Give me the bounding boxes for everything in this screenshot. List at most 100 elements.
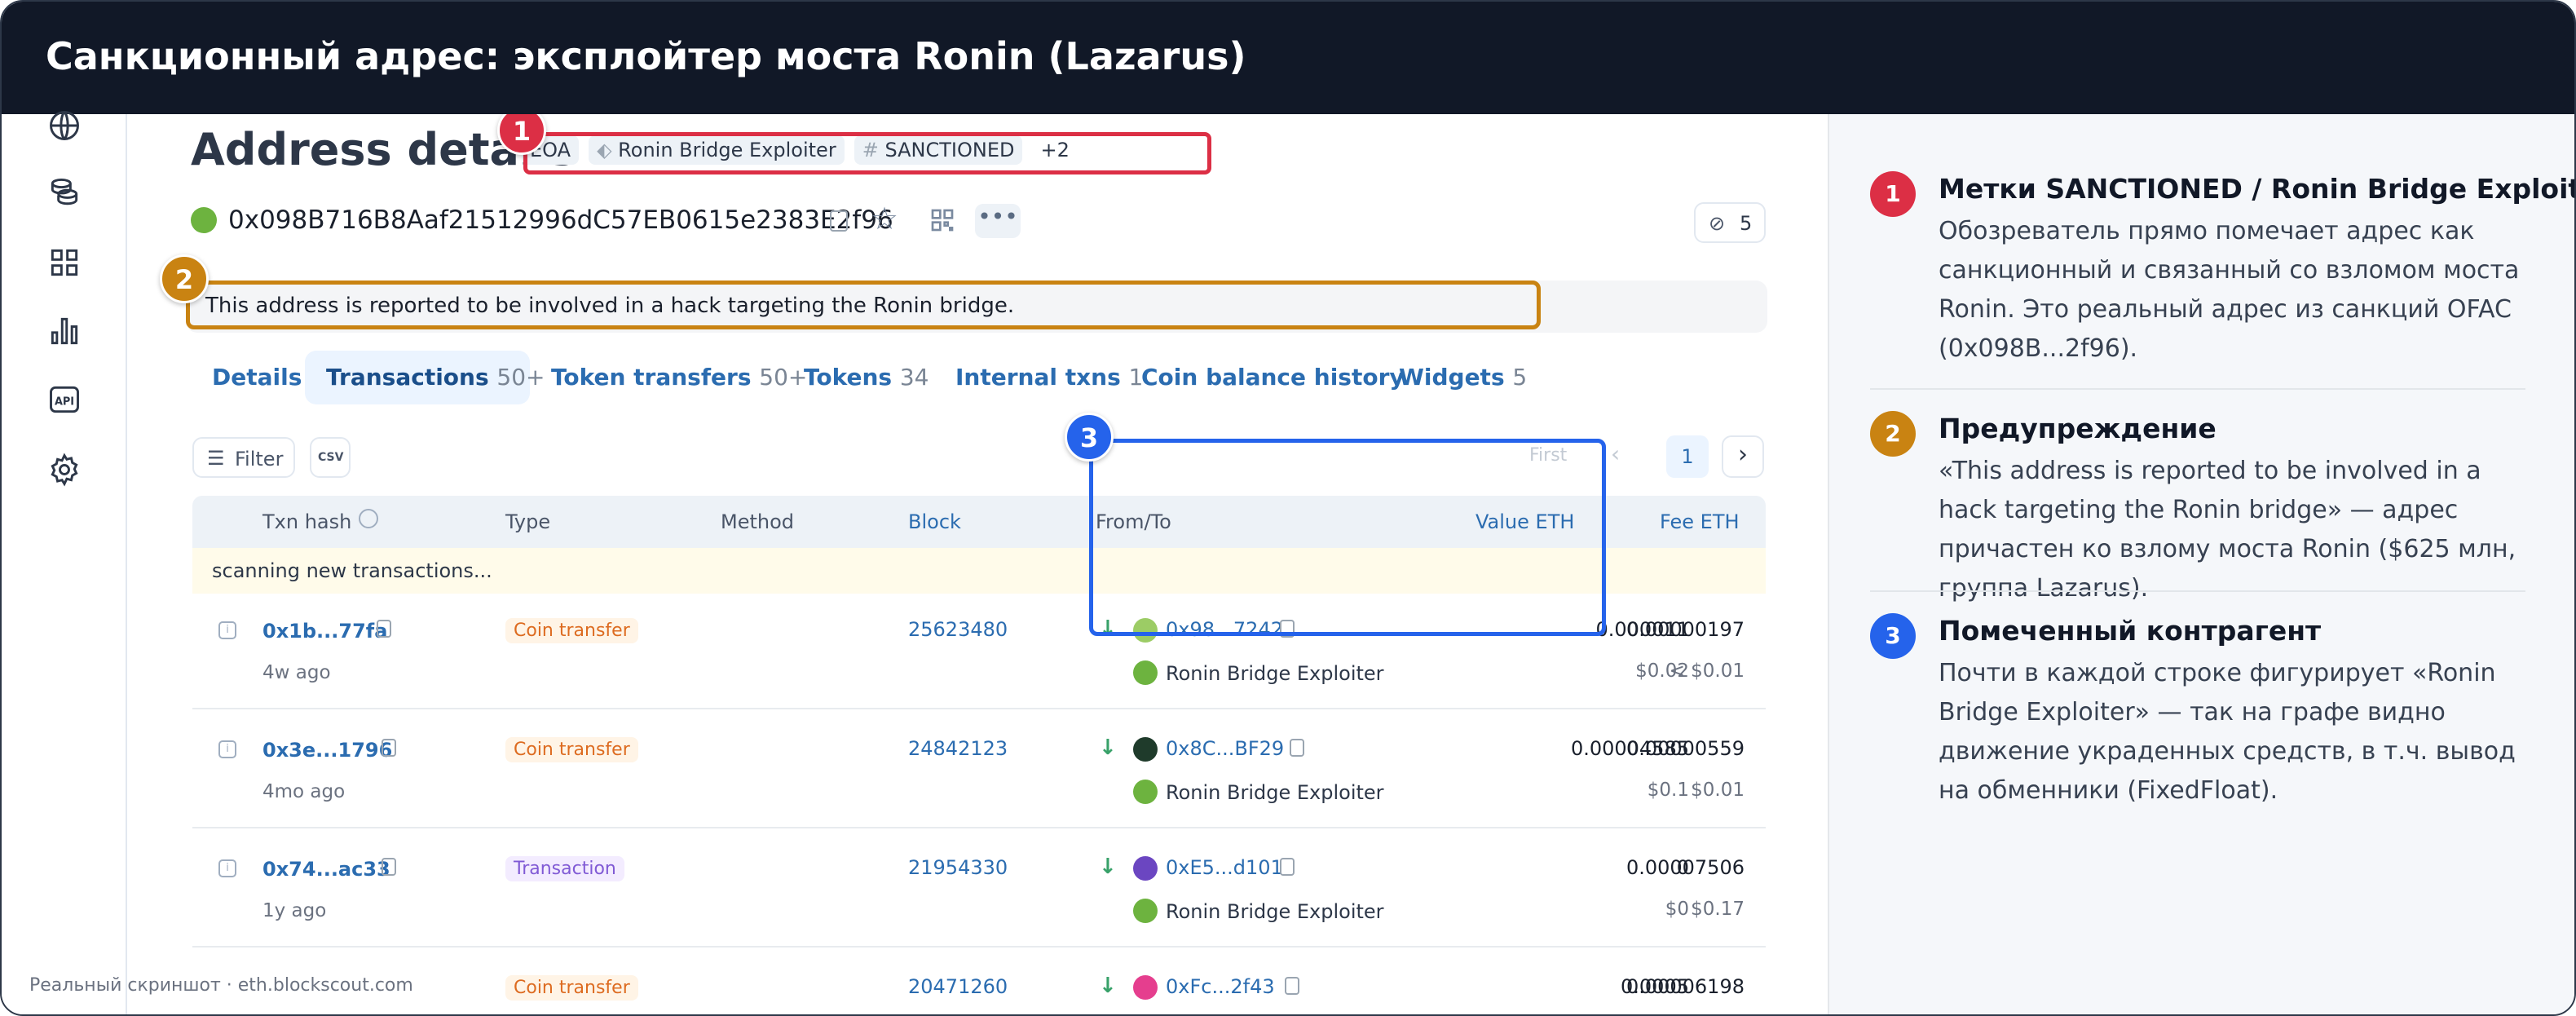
copy-icon[interactable]: [1280, 858, 1295, 876]
fee-usd: $0.17: [1691, 899, 1745, 920]
panel-badge-1: 1: [1870, 171, 1916, 217]
clock-icon[interactable]: [359, 509, 378, 528]
explorer-main: Address details EOA ⬖ Ronin Bridge Explo…: [127, 114, 1828, 1014]
tab-widgets[interactable]: Widgets 5: [1399, 364, 1527, 391]
block-link[interactable]: 20471260: [908, 975, 1008, 998]
copy-icon[interactable]: [830, 210, 848, 232]
nav-rail: API: [2, 111, 127, 1014]
row-divider: [192, 827, 1766, 828]
panel-title-2: Предупреждение: [1939, 413, 2217, 444]
annotation-badge-2: 2: [160, 254, 209, 303]
annotation-box-1: [523, 132, 1211, 174]
txn-hash-link[interactable]: 0x1b...77fa: [262, 620, 387, 643]
svg-text:API: API: [55, 395, 74, 408]
tab-details[interactable]: Details: [212, 364, 302, 391]
copy-icon[interactable]: [382, 858, 396, 876]
tab-internal-txns[interactable]: Internal txns 1: [955, 364, 1143, 391]
tab-coin-balance-history[interactable]: Coin balance history: [1141, 364, 1405, 391]
next-page-icon[interactable]: ›: [1722, 435, 1764, 478]
panel-divider: [1870, 590, 2525, 592]
fee-eth: 0.00007506: [1625, 856, 1745, 879]
col-type: Type: [505, 510, 551, 533]
panel-body-1: Обозреватель прямо помечает адрес как са…: [1939, 217, 2520, 363]
from-address-link[interactable]: 0x8C...BF29: [1166, 737, 1284, 760]
copy-icon[interactable]: [382, 739, 396, 757]
fee-usd: $0.01: [1691, 780, 1745, 801]
grid-icon[interactable]: [46, 245, 82, 281]
chart-icon[interactable]: [46, 313, 82, 349]
panel-badge-3: 3: [1870, 613, 1916, 659]
incoming-arrow-icon: ↓: [1099, 855, 1117, 879]
txn-type-badge: Transaction: [505, 856, 624, 881]
txn-type-badge: Coin transfer: [505, 618, 638, 643]
current-page[interactable]: 1: [1666, 435, 1709, 478]
fee-usd: < $0.01: [1669, 660, 1745, 682]
copy-icon[interactable]: [1285, 977, 1299, 995]
txn-hash-link[interactable]: 0x3e...1796: [262, 739, 392, 762]
panel-divider: [1870, 388, 2525, 390]
annotation-box-3: [1089, 439, 1606, 636]
avatar: [1133, 737, 1158, 762]
panel-body-3: Почти в каждой строке фигурирует «Ronin …: [1939, 659, 2516, 805]
filter-label: Filter: [235, 448, 284, 470]
from-address-link[interactable]: 0xFc...2f43: [1166, 975, 1275, 998]
filter-icon: ☰: [207, 447, 225, 470]
info-icon[interactable]: i: [218, 859, 236, 877]
copy-icon[interactable]: [377, 620, 391, 638]
avatar: [1133, 856, 1158, 881]
to-address-label[interactable]: Ronin Bridge Exploiter: [1166, 781, 1384, 804]
fee-eth: 0.00006198: [1625, 975, 1745, 998]
coins-icon[interactable]: [46, 174, 82, 210]
col-block[interactable]: Block: [908, 510, 961, 533]
avatar: [1133, 660, 1158, 685]
prev-page-icon[interactable]: ‹: [1611, 440, 1620, 467]
scanning-text: scanning new transactions...: [212, 559, 492, 582]
qr-code-icon[interactable]: [929, 207, 955, 236]
txn-age: 4w ago: [262, 662, 331, 683]
more-icon[interactable]: •••: [975, 204, 1021, 238]
page-title: Санкционный адрес: эксплойтер моста Roni…: [46, 34, 1246, 78]
col-method: Method: [721, 510, 795, 533]
copy-icon[interactable]: [1290, 739, 1304, 757]
col-txn-hash: Txn hash: [262, 510, 352, 533]
info-icon[interactable]: i: [218, 621, 236, 639]
annotation-box-2: [186, 281, 1541, 329]
from-address-link[interactable]: 0xE5...d101: [1166, 856, 1283, 879]
address-avatar: [191, 207, 217, 233]
panel-badge-2: 2: [1870, 411, 1916, 457]
block-link[interactable]: 25623480: [908, 618, 1008, 641]
txn-hash-link[interactable]: 0x74...ac33: [262, 858, 390, 881]
annotation-panel: 1 Метки SANCTIONED / Ronin Bridge Exploi…: [1828, 114, 2576, 1014]
row-divider: [192, 946, 1766, 948]
incoming-arrow-icon: ↓: [1099, 974, 1117, 998]
row-divider: [192, 708, 1766, 709]
info-icon[interactable]: i: [218, 740, 236, 758]
block-link[interactable]: 24842123: [908, 737, 1008, 760]
panel-title-3: Помеченный контрагент: [1939, 615, 2322, 647]
block-link[interactable]: 21954330: [908, 856, 1008, 879]
counter-chip[interactable]: ⊘ 5: [1694, 202, 1766, 243]
avatar: [1133, 780, 1158, 804]
col-fee-eth[interactable]: Fee ETH: [1660, 510, 1740, 533]
avatar: [1133, 975, 1158, 1000]
star-icon[interactable]: ☆: [871, 201, 898, 236]
tab-tokens[interactable]: Tokens 34: [804, 364, 929, 391]
to-address-label[interactable]: Ronin Bridge Exploiter: [1166, 900, 1384, 923]
incoming-arrow-icon: ↓: [1099, 735, 1117, 760]
csv-icon: CSV: [318, 451, 344, 464]
txn-age: 4mo ago: [262, 781, 346, 802]
to-address-label[interactable]: Ronin Bridge Exploiter: [1166, 662, 1384, 685]
tab-token-transfers[interactable]: Token transfers 50+: [551, 364, 807, 391]
screenshot-frame: Санкционный адрес: эксплойтер моста Roni…: [0, 0, 2576, 1016]
gear-icon[interactable]: [46, 452, 82, 488]
csv-download-button[interactable]: CSV: [310, 437, 351, 478]
fee-eth: 0.00000559: [1625, 737, 1745, 760]
compass-icon: ⊘: [1709, 212, 1726, 235]
panel-title-1: Метки SANCTIONED / Ronin Bridge Exploite…: [1939, 173, 2576, 205]
api-icon[interactable]: API: [46, 382, 82, 417]
address-hash[interactable]: 0x098B716B8Aaf21512996dC57EB0615e2383E2f…: [228, 205, 893, 235]
globe-icon[interactable]: [46, 108, 82, 144]
tab-transactions[interactable]: Transactions 50+: [326, 364, 545, 391]
txn-type-badge: Coin transfer: [505, 737, 638, 762]
filter-button[interactable]: ☰ Filter: [192, 437, 295, 478]
